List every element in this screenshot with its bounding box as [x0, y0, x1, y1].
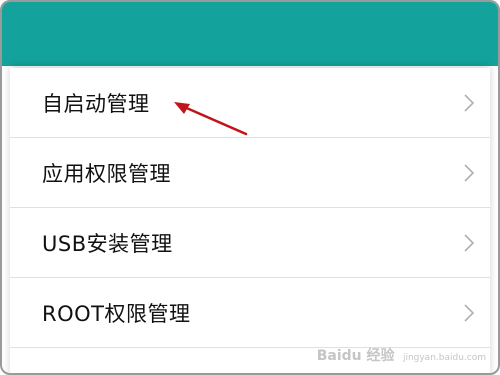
menu-item-app-permissions[interactable]: 应用权限管理: [10, 138, 490, 208]
menu-item-root-permissions[interactable]: ROOT权限管理: [10, 278, 490, 348]
watermark-text: Baidu 经验: [316, 348, 395, 364]
menu-item-usb-install[interactable]: USB安装管理: [10, 208, 490, 278]
menu-item-label: 应用权限管理: [42, 161, 171, 186]
menu-item-label: USB安装管理: [42, 231, 173, 256]
header-bar: [2, 2, 498, 66]
app-screen: 自启动管理 应用权限管理 USB安装管理 ROOT权限管理 Baidu 经验 j…: [0, 0, 500, 375]
chevron-right-icon: [464, 163, 475, 182]
menu-item-autostart[interactable]: 自启动管理: [10, 68, 490, 138]
chevron-right-icon: [464, 93, 475, 112]
settings-list: 自启动管理 应用权限管理 USB安装管理 ROOT权限管理: [10, 68, 490, 373]
menu-item-label: ROOT权限管理: [42, 301, 191, 326]
chevron-right-icon: [464, 233, 475, 252]
menu-item-label: 自启动管理: [42, 91, 150, 116]
chevron-right-icon: [464, 303, 475, 322]
watermark-url: jingyan.baidu.com: [402, 353, 486, 363]
watermark: Baidu 经验 jingyan.baidu.com: [317, 345, 486, 365]
